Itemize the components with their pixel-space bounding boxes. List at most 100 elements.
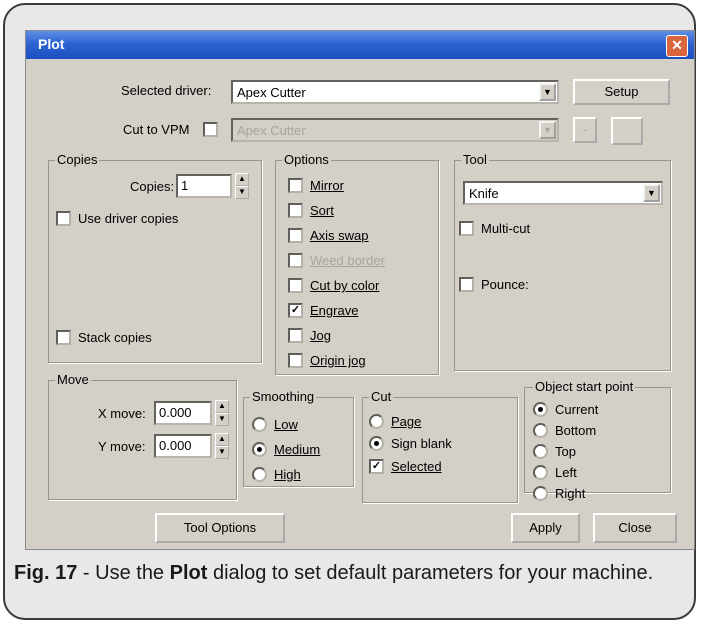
start-point-radio-0[interactable]: Current [533,402,598,417]
cut-sign-blank-label: Sign blank [391,436,452,451]
spin-up-icon[interactable]: ▲ [215,433,229,446]
setup-button[interactable]: Setup [573,79,670,105]
radio-circle [369,414,384,429]
y-move-input[interactable]: 0.000 [154,434,212,458]
use-driver-copies-label: Use driver copies [78,211,179,226]
radio-circle [369,436,384,451]
vpm-driver-value: Apex Cutter [237,123,306,138]
vpm-blank-button [611,117,643,145]
close-icon[interactable]: ✕ [666,35,688,57]
spin-down-icon[interactable]: ▼ [215,446,229,459]
multi-cut-checkbox[interactable]: Multi-cut [459,221,530,236]
option-checkbox-2[interactable]: Axis swap [288,228,369,243]
checkbox-box [288,353,303,368]
start-point-label: Left [555,465,577,480]
smoothing-label: Low [274,417,298,432]
vpm-driver-select: Apex Cutter ▼ [231,118,559,142]
close-button[interactable]: Close [593,513,677,543]
option-checkbox-7[interactable]: Origin jog [288,353,366,368]
option-checkbox-3: Weed border [288,253,385,268]
cut-selected-label: Selected [391,459,442,474]
vpm-minus-button: - [573,117,597,143]
apply-button[interactable]: Apply [511,513,580,543]
smoothing-radio-2[interactable]: High [252,467,301,482]
option-label: Sort [310,203,334,218]
option-label: Mirror [310,178,344,193]
copies-value: 1 [181,178,189,193]
option-label: Cut by color [310,278,380,293]
checkbox-box [56,330,71,345]
spin-up-icon[interactable]: ▲ [235,173,249,186]
use-driver-copies-checkbox[interactable]: Use driver copies [56,211,178,226]
checkbox-box [288,178,303,193]
start-point-radio-3[interactable]: Left [533,465,577,480]
checkbox-box [459,277,474,292]
spin-down-icon[interactable]: ▼ [215,413,229,426]
figure-caption: Fig. 17 - Use the Plot dialog to set def… [14,560,684,587]
cut-to-vpm-checkbox[interactable] [203,122,225,137]
y-move-value: 0.000 [159,438,192,453]
dialog-title: Plot [38,36,65,52]
checkbox-box: ✓ [288,303,303,318]
radio-circle [252,417,267,432]
start-point-label: Top [555,444,576,459]
radio-circle [533,486,548,501]
spin-down-icon[interactable]: ▼ [235,186,249,199]
option-label: Engrave [310,303,359,318]
cut-group-title: Cut [369,389,394,404]
checkbox-box [288,278,303,293]
caption-bold-word: Plot [169,562,208,584]
copies-input[interactable]: 1 [176,174,232,198]
checkbox-box [203,122,218,137]
radio-circle [533,444,548,459]
cut-page-radio[interactable]: Page [369,414,421,429]
radio-circle [252,467,267,482]
option-checkbox-0[interactable]: Mirror [288,178,344,193]
option-checkbox-1[interactable]: Sort [288,203,334,218]
start-point-label: Right [555,486,586,501]
cut-page-label: Page [391,414,422,429]
cut-sign-blank-radio[interactable]: Sign blank [369,436,452,451]
start-point-radio-4[interactable]: Right [533,486,585,501]
radio-circle [252,442,267,457]
option-label: Axis swap [310,228,369,243]
x-move-input[interactable]: 0.000 [154,401,212,425]
stack-copies-checkbox[interactable]: Stack copies [56,330,152,345]
tool-select[interactable]: Knife ▼ [463,181,663,205]
radio-circle [533,402,548,417]
x-move-label: X move: [98,406,146,421]
checkbox-box [56,211,71,226]
radio-circle [533,423,548,438]
smoothing-label: Medium [274,442,321,457]
start-point-radio-2[interactable]: Top [533,444,576,459]
spin-up-icon[interactable]: ▲ [215,400,229,413]
start-point-group-title: Object start point [533,379,636,394]
y-move-label: Y move: [98,439,146,454]
selected-driver-select[interactable]: Apex Cutter ▼ [231,80,559,104]
cut-selected-checkbox[interactable]: ✓ Selected [369,459,442,474]
caption-text-1: - Use the [77,562,170,584]
title-bar: Plot ✕ [26,31,694,59]
tool-options-button[interactable]: Tool Options [155,513,285,543]
tool-group-title: Tool [461,152,489,167]
option-label: Jog [310,328,331,343]
smoothing-radio-0[interactable]: Low [252,417,298,432]
copies-group-title: Copies [55,152,100,167]
option-checkbox-4[interactable]: Cut by color [288,278,379,293]
option-checkbox-6[interactable]: Jog [288,328,331,343]
chevron-down-icon[interactable]: ▼ [539,83,556,101]
copies-label: Copies: [130,179,175,194]
x-move-value: 0.000 [159,405,192,420]
checkbox-box: ✓ [369,459,384,474]
pounce-checkbox[interactable]: Pounce: [459,277,529,292]
chevron-down-icon[interactable]: ▼ [643,184,660,202]
start-point-radio-1[interactable]: Bottom [533,423,596,438]
plot-dialog: Plot ✕ Selected driver: Apex Cutter ▼ Se… [25,30,695,550]
smoothing-radio-1[interactable]: Medium [252,442,320,457]
checkbox-box [288,328,303,343]
option-checkbox-5[interactable]: ✓ Engrave [288,303,358,318]
checkbox-box [288,228,303,243]
chevron-down-icon: ▼ [539,121,556,139]
option-label: Origin jog [310,353,366,368]
tool-select-value: Knife [469,186,499,201]
